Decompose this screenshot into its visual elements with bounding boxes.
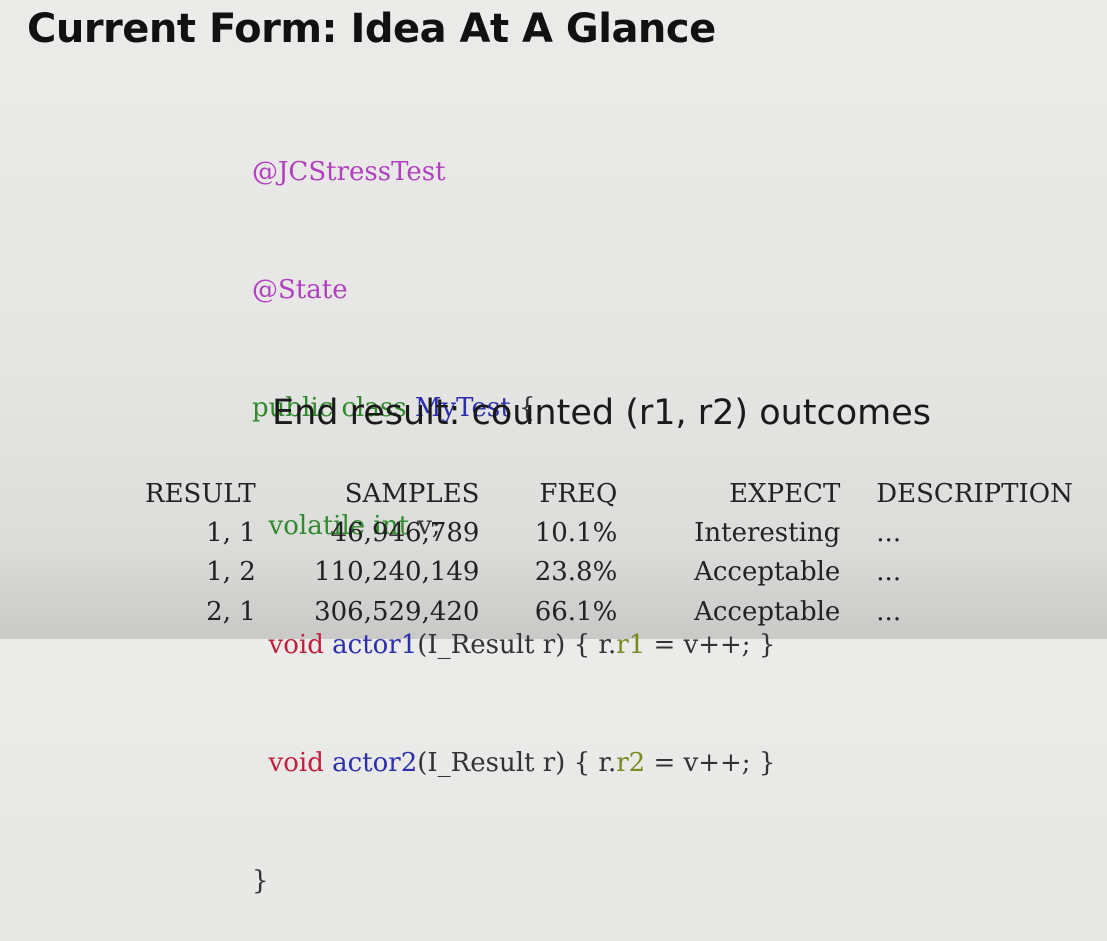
code-line-7: } bbox=[252, 862, 775, 901]
cell-samples: 46,946,789 bbox=[330, 518, 480, 549]
annotation-state: @State bbox=[252, 275, 348, 306]
code-line-6: void actor2(I_Result r) { r.r2 = v++; } bbox=[252, 744, 776, 783]
table-header-row: RESULT SAMPLES FREQ EXPECT DESCRIPTION bbox=[145, 474, 1107, 513]
cell-expect: Interesting bbox=[694, 518, 841, 549]
method-name-actor1: actor1 bbox=[332, 629, 418, 660]
cell-expect: Acceptable bbox=[694, 557, 841, 588]
header-expect: EXPECT bbox=[729, 478, 841, 509]
header-result: RESULT bbox=[145, 478, 256, 509]
cell-result: 2, 1 bbox=[206, 596, 256, 627]
table-row: 2, 1 306,529,420 66.1% Acceptable ... bbox=[145, 592, 1107, 631]
keyword-void: void bbox=[268, 629, 324, 660]
method-body: = v++; } bbox=[645, 747, 776, 778]
slide-title: Current Form: Idea At A Glance bbox=[27, 6, 716, 52]
header-samples: SAMPLES bbox=[344, 478, 480, 509]
cell-freq: 10.1% bbox=[534, 518, 618, 549]
cell-samples: 306,529,420 bbox=[314, 596, 480, 627]
keyword-void: void bbox=[268, 747, 324, 778]
header-description: DESCRIPTION bbox=[876, 478, 1073, 509]
cell-freq: 66.1% bbox=[534, 596, 618, 627]
cell-result: 1, 2 bbox=[206, 557, 256, 588]
cell-freq: 23.8% bbox=[534, 557, 618, 588]
code-line-2: @State bbox=[252, 271, 775, 310]
code-brace-close: } bbox=[252, 866, 269, 897]
cell-expect: Acceptable bbox=[694, 596, 841, 627]
cell-description: ... bbox=[876, 557, 902, 588]
cell-description: ... bbox=[876, 596, 902, 627]
results-table: RESULT SAMPLES FREQ EXPECT DESCRIPTION 1… bbox=[145, 474, 1107, 632]
header-freq: FREQ bbox=[539, 478, 618, 509]
annotation-jcstresstest: @JCStressTest bbox=[252, 156, 446, 187]
table-row: 1, 2 110,240,149 23.8% Acceptable ... bbox=[145, 553, 1107, 592]
table-row: 1, 1 46,946,789 10.1% Interesting ... bbox=[145, 513, 1107, 552]
field-r2: r2 bbox=[616, 747, 646, 778]
cell-result: 1, 1 bbox=[206, 518, 256, 549]
method-signature: (I_Result r) { r. bbox=[417, 629, 617, 660]
code-line-1: @JCStressTest bbox=[252, 153, 775, 192]
cell-samples: 110,240,149 bbox=[314, 557, 480, 588]
method-body: = v++; } bbox=[645, 629, 776, 660]
field-r1: r1 bbox=[616, 629, 646, 660]
slide-subtitle: End result: counted (r1, r2) outcomes bbox=[272, 393, 932, 433]
method-signature: (I_Result r) { r. bbox=[417, 747, 617, 778]
method-name-actor2: actor2 bbox=[332, 747, 418, 778]
cell-description: ... bbox=[876, 518, 902, 549]
